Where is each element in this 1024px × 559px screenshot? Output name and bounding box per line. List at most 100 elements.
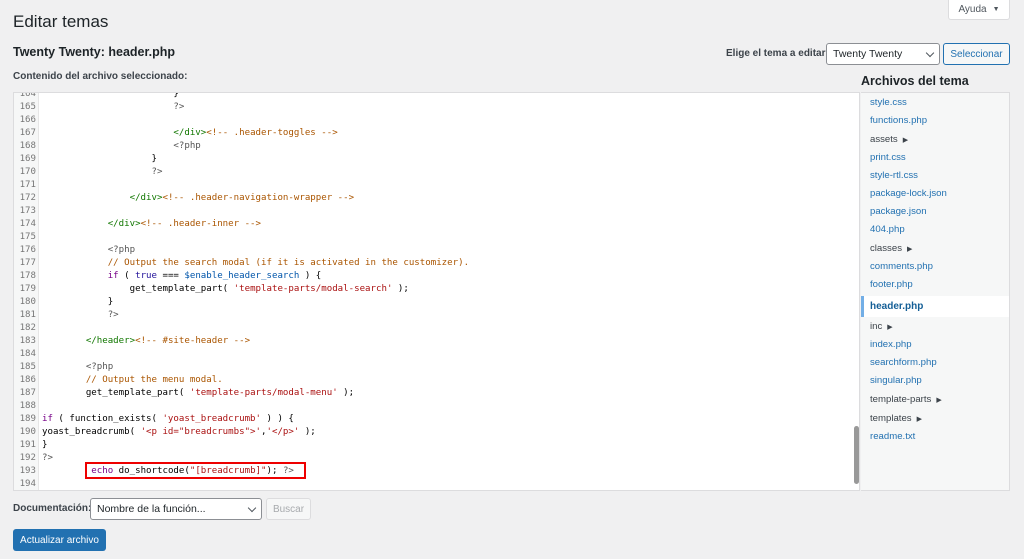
line-number: 193: [19, 466, 36, 477]
theme-select-label: Elige el tema a editar:: [726, 48, 829, 59]
theme-files-list: style.css functions.php assets ▶ print.css st…: [861, 92, 1010, 491]
line-number: 170: [19, 167, 36, 178]
code-token: <!-- .header-navigation-wrapper -->: [162, 193, 355, 204]
file-label: style.css: [870, 97, 907, 108]
code-token: // Output the menu modal.: [85, 375, 223, 386]
select-theme-button[interactable]: Seleccionar: [943, 43, 1010, 65]
code-token: ?>: [151, 167, 163, 178]
file-item[interactable]: style.css: [870, 97, 907, 108]
line-code: yoast_breadcrumb( '<p id="breadcrumbs">'…: [36, 426, 316, 439]
code-token: }: [173, 92, 179, 99]
file-label: comments.php: [870, 261, 933, 272]
highlight-box: [85, 462, 306, 479]
folder-item[interactable]: template-parts ▶: [870, 394, 942, 405]
line-number: 175: [19, 232, 36, 243]
file-label: singular.php: [870, 375, 922, 386]
line-number: 180: [19, 297, 36, 308]
file-item[interactable]: searchform.php: [870, 357, 937, 368]
documentation-select[interactable]: Nombre de la función...: [90, 498, 262, 520]
folder-item[interactable]: classes ▶: [870, 243, 912, 254]
line-code: ?>: [36, 101, 184, 114]
code-line: 172 </div><!-- .header-navigation-wrappe…: [14, 192, 469, 205]
code-token: ===: [157, 271, 185, 282]
line-code: get_template_part( 'template-parts/modal…: [36, 387, 354, 400]
code-line: 189 if ( function_exists( 'yoast_breadcru…: [14, 413, 469, 426]
code-token: ?>: [173, 102, 185, 113]
file-item[interactable]: 404.php: [870, 224, 905, 235]
code-token: </header>: [85, 336, 136, 347]
line-number: 191: [19, 440, 36, 451]
line-number: 190: [19, 427, 36, 438]
file-label: index.php: [870, 339, 912, 350]
code-editor[interactable]: 164 } 165 ?> 166 167 </div><!-- .header-tog…: [13, 92, 860, 491]
code-line: 184: [14, 348, 469, 361]
code-token: '</p>': [266, 427, 300, 438]
file-item-current[interactable]: header.php: [861, 296, 1009, 317]
file-label: readme.txt: [870, 431, 916, 442]
line-code: </header><!-- #site-header -->: [36, 335, 250, 348]
search-docs-button[interactable]: Buscar: [266, 498, 311, 520]
file-item[interactable]: readme.txt: [870, 431, 915, 442]
line-number: 174: [19, 219, 36, 230]
expand-arrow-icon: ▶: [902, 137, 909, 144]
file-label: footer.php: [870, 279, 913, 290]
code-token: <!-- .header-toggles -->: [206, 128, 338, 139]
update-file-button[interactable]: Actualizar archivo: [13, 529, 106, 551]
file-label: searchform.php: [870, 357, 937, 368]
page-title: Editar temas: [13, 12, 109, 31]
file-item[interactable]: footer.php: [870, 279, 913, 290]
file-item[interactable]: singular.php: [870, 375, 922, 386]
documentation-label: Documentación:: [13, 503, 92, 514]
code-line: 178 if ( true === $enable_header_search …: [14, 270, 469, 283]
file-label: template-parts: [870, 394, 932, 405]
code-token: <?php: [85, 362, 114, 373]
theme-files-title: Archivos del tema: [861, 74, 969, 88]
code-token: }: [42, 440, 48, 451]
file-label: package.json: [870, 206, 927, 217]
line-number: 168: [19, 141, 36, 152]
code-line: 168 <?php: [14, 140, 469, 153]
code-token: ) ) {: [261, 414, 294, 425]
line-code: <?php: [36, 361, 113, 374]
folder-item[interactable]: templates ▶: [870, 413, 922, 424]
file-item[interactable]: functions.php: [870, 115, 927, 126]
code-line: 177 // Output the search modal (if it is…: [14, 257, 469, 270]
code-token: </div>: [173, 128, 207, 139]
code-token: }: [107, 297, 114, 308]
folder-item[interactable]: assets ▶: [870, 134, 908, 145]
code-line: 186 // Output the menu modal.: [14, 374, 469, 387]
code-line: 194: [14, 478, 469, 490]
code-line: 176 <?php: [14, 244, 469, 257]
code-line: 170 ?>: [14, 166, 469, 179]
file-label: templates: [870, 413, 912, 424]
code-token: if: [107, 271, 119, 282]
file-item[interactable]: comments.php: [870, 261, 933, 272]
code-token: ) {: [299, 271, 322, 282]
theme-select[interactable]: Twenty Twenty: [826, 43, 940, 65]
file-item[interactable]: index.php: [870, 339, 912, 350]
code-token: get_template_part(: [85, 388, 190, 399]
file-item[interactable]: print.css: [870, 152, 906, 163]
line-code: }: [36, 153, 157, 166]
file-item[interactable]: style-rtl.css: [870, 170, 918, 181]
file-label: assets: [870, 134, 898, 145]
documentation-select-value: Nombre de la función...: [97, 503, 206, 515]
file-item[interactable]: package.json: [870, 206, 927, 217]
file-item[interactable]: package-lock.json: [870, 188, 947, 199]
line-code: if ( true === $enable_header_search ) {: [36, 270, 322, 283]
line-number: 188: [19, 401, 36, 412]
editor-scrollbar[interactable]: [854, 426, 859, 484]
help-button[interactable]: Ayuda ▼: [948, 0, 1010, 20]
code-line: 171: [14, 179, 469, 192]
folder-item[interactable]: inc ▶: [870, 321, 893, 332]
code-line: 174 </div><!-- .header-inner -->: [14, 218, 469, 231]
line-number: 177: [19, 258, 36, 269]
code-line: 185 <?php: [14, 361, 469, 374]
line-code: ?>: [36, 309, 119, 322]
code-token: ( function_exists(: [52, 414, 163, 425]
file-label: inc: [870, 321, 883, 332]
line-number: 164: [19, 92, 36, 99]
